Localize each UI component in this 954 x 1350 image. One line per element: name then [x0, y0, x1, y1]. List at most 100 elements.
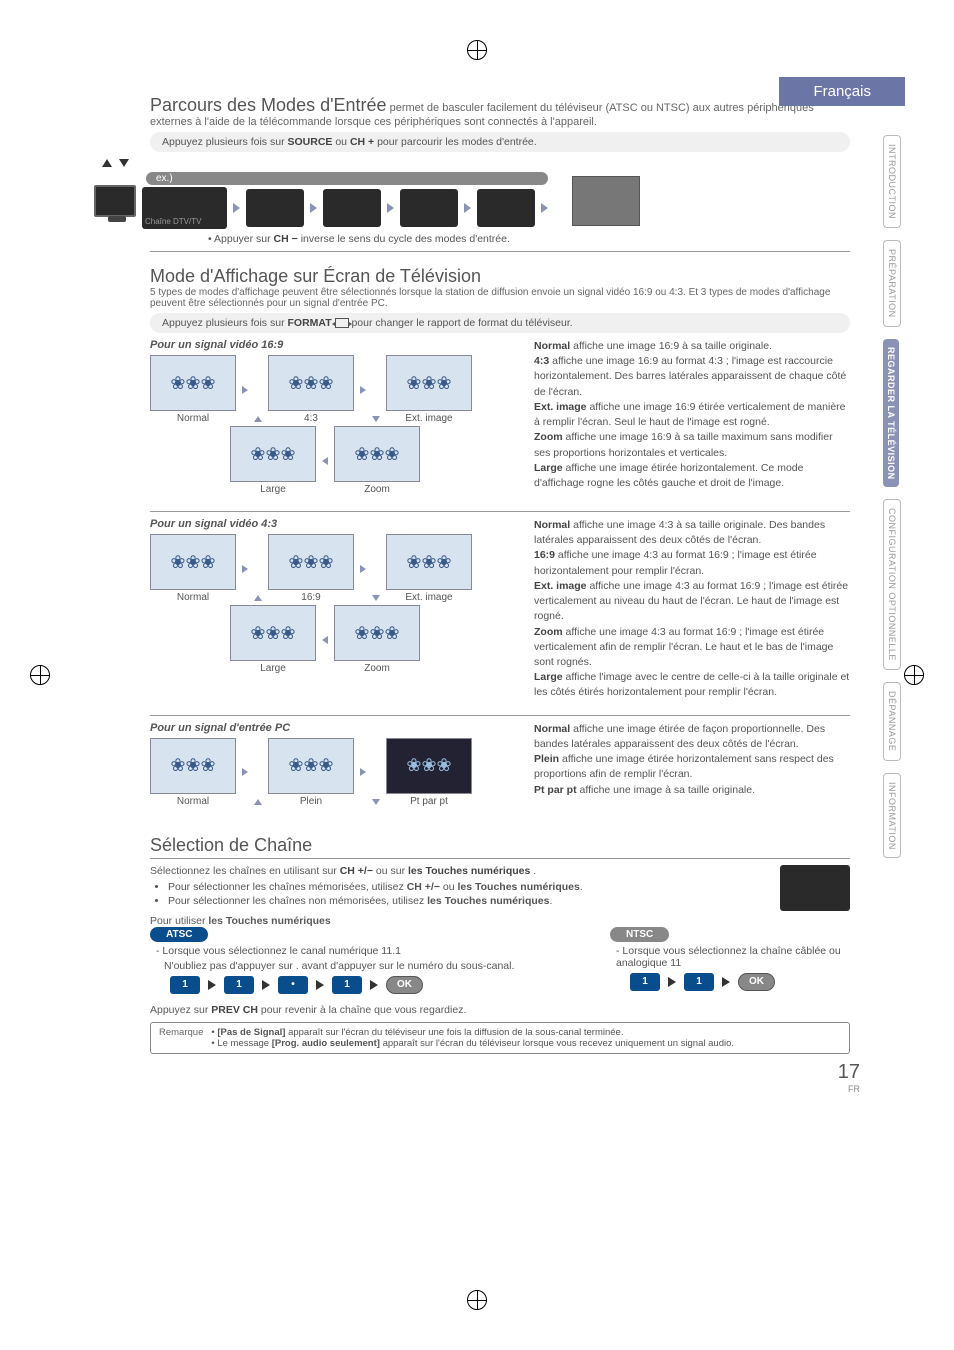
- tv-preview-box: [780, 865, 850, 911]
- registration-mark-icon: [467, 40, 487, 60]
- tv-screenshot: [572, 176, 640, 226]
- line1: Sélectionnez les chaînes en utilisant su…: [150, 865, 760, 877]
- tulip-icon: ❀❀❀: [406, 552, 451, 573]
- mode-box: [246, 189, 304, 227]
- text: [Pas de Signal] apparaît sur l'écran du …: [217, 1027, 623, 1038]
- text: Appuyez plusieurs fois sur: [162, 317, 287, 329]
- arrow-right-icon: [242, 565, 248, 573]
- signal-title: Pour un signal vidéo 4:3: [150, 518, 520, 530]
- arrow-right-icon: [242, 386, 248, 394]
- subhead: Pour utiliser les Touches numériques: [150, 915, 850, 927]
- page-lang: FR: [838, 1084, 860, 1094]
- format-icon: [335, 318, 349, 328]
- text: Le message [Prog. audio seulement] appar…: [217, 1038, 734, 1049]
- section1-title: Parcours des Modes d'Entrée: [150, 95, 387, 115]
- text: pour revenir à la chaîne que vous regard…: [261, 1004, 466, 1016]
- tab-depannage: DÉPANNAGE: [883, 682, 901, 760]
- section-tabs: INTRODUCTION PRÉPARATION REGARDER LA TÉL…: [883, 135, 905, 870]
- arrow-right-icon: [370, 980, 378, 990]
- ch-plus-minus-label: CH +/−: [340, 865, 373, 877]
- signal-pc-desc: Normal affiche une image étirée de façon…: [534, 722, 850, 809]
- thumbnail-zoom: ❀❀❀: [334, 605, 420, 661]
- label: Ext. image: [405, 413, 452, 424]
- arrow-right-icon: [316, 980, 324, 990]
- arrow-right-icon: [387, 203, 394, 213]
- remark-line: • Le message [Prog. audio seulement] app…: [211, 1038, 734, 1049]
- arrow-right-icon: [310, 203, 317, 213]
- mode-box: Chaîne DTV/TV: [142, 187, 227, 229]
- signal-title: Pour un signal vidéo 16:9: [150, 339, 520, 351]
- signal-169-desc: Normal affiche une image 16:9 à sa taill…: [534, 339, 850, 497]
- thumbnail-large: ❀❀❀: [230, 426, 316, 482]
- thumbnail-normal: ❀❀❀: [150, 534, 236, 590]
- tulip-icon: ❀❀❀: [170, 755, 215, 776]
- signal-169-block: Pour un signal vidéo 16:9 ❀❀❀ Normal ❀❀❀ 4…: [150, 339, 850, 497]
- ch-plus-label: CH +: [350, 136, 374, 148]
- label: 4:3: [304, 413, 318, 424]
- label: Plein: [300, 796, 322, 807]
- thumbnail-large: ❀❀❀: [230, 605, 316, 661]
- key-ok: OK: [386, 976, 423, 994]
- text: pour changer le rapport de format du tél…: [351, 317, 572, 329]
- label: Normal: [177, 413, 209, 424]
- tv-icon: [94, 185, 136, 217]
- instruction-bar: Appuyez plusieurs fois sur SOURCE ou CH …: [150, 132, 850, 152]
- arrow-right-icon: [464, 203, 471, 213]
- example-label: ex.): [146, 172, 548, 185]
- text: Sélectionnez les chaînes en utilisant su…: [150, 865, 340, 877]
- text: ou sur: [376, 865, 408, 877]
- registration-mark-icon: [30, 665, 50, 685]
- arrow-right-icon: [668, 977, 676, 987]
- page-number: 17 FR: [838, 1061, 860, 1094]
- mode-box: [400, 189, 458, 227]
- thumbnail-ptpt: ❀❀❀: [386, 738, 472, 794]
- separator: [150, 715, 850, 716]
- label: 16:9: [301, 592, 320, 603]
- arrow-right-icon: [233, 203, 240, 213]
- arrow-left-icon: [322, 457, 328, 465]
- text: ou: [335, 136, 350, 148]
- tab-introduction: INTRODUCTION: [883, 135, 901, 228]
- separator: [150, 511, 850, 512]
- tab-regarder: REGARDER LA TÉLÉVISION: [883, 339, 899, 488]
- arrow-left-icon: [322, 636, 328, 644]
- separator: [150, 858, 850, 859]
- source-button-label: SOURCE: [287, 136, 332, 148]
- ntsc-badge: NTSC: [610, 927, 669, 942]
- text: Appuyez plusieurs fois sur: [162, 136, 287, 148]
- registration-mark-icon: [904, 665, 924, 685]
- atsc-badge: ATSC: [150, 927, 208, 942]
- arrow-up-icon: [254, 595, 262, 601]
- thumbnail-169: ❀❀❀: [268, 534, 354, 590]
- signal-pc-block: Pour un signal d'entrée PC ❀❀❀Normal ❀❀❀…: [150, 722, 850, 809]
- arrow-right-icon: [242, 768, 248, 776]
- key-sequence-atsc: 1 1 • 1 OK: [170, 976, 550, 994]
- tulip-icon: ❀❀❀: [288, 552, 333, 573]
- arrow-down-icon: [372, 416, 380, 422]
- key-1: 1: [630, 973, 660, 991]
- list-item: Pour sélectionner les chaînes mémorisées…: [168, 881, 760, 893]
- thumbnail-normal: ❀❀❀: [150, 355, 236, 411]
- section-display-modes: Mode d'Affichage sur Écran de Télévision…: [150, 266, 850, 809]
- text: pour parcourir les modes d'entrée.: [377, 136, 537, 148]
- arrow-right-icon: [360, 386, 366, 394]
- tulip-icon: ❀❀❀: [288, 755, 333, 776]
- section2-title: Mode d'Affichage sur Écran de Télévision: [150, 266, 481, 286]
- mode-box: [477, 189, 535, 227]
- atsc-line1: Lorsque vous sélectionnez le canal numér…: [156, 945, 550, 957]
- ch-minus-label: CH −: [274, 233, 298, 245]
- label: Zoom: [364, 484, 390, 495]
- arrow-right-icon: [360, 565, 366, 573]
- thumbnail-normal: ❀❀❀: [150, 738, 236, 794]
- mode-box: [323, 189, 381, 227]
- arrow-right-icon: [360, 768, 366, 776]
- signal-43-desc: Normal affiche une image 4:3 à sa taille…: [534, 518, 850, 701]
- section3-title: Sélection de Chaîne: [150, 835, 312, 855]
- arrow-right-icon: [541, 203, 548, 213]
- arrow-up-icon: [254, 799, 262, 805]
- arrow-down-icon: [372, 595, 380, 601]
- label: Pt par pt: [410, 796, 448, 807]
- key-ok: OK: [738, 973, 775, 991]
- format-button-label: FORMAT: [287, 317, 331, 329]
- thumbnail-ext: ❀❀❀: [386, 534, 472, 590]
